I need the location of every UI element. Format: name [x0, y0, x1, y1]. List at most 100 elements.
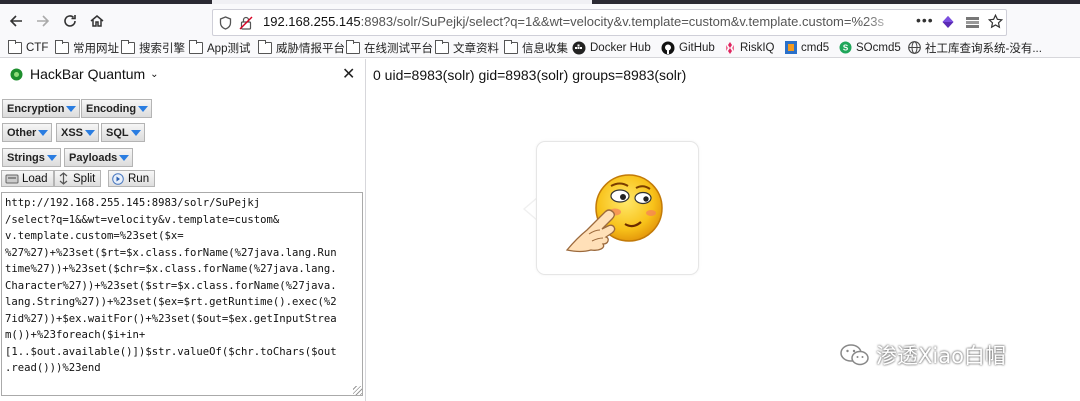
bookmark-label: cmd5 [801, 41, 830, 54]
payloads-menu[interactable]: Payloads [64, 148, 134, 167]
folder-icon [8, 39, 22, 54]
menu-label: XSS [61, 126, 84, 139]
resize-grip-icon[interactable] [353, 386, 362, 395]
bookmarks-toolbar: CTF 常用网址 搜索引擎 App测试 威胁情报平台 在线测试平台 文章资料 信… [0, 36, 1080, 58]
bookmark-label: 在线测试平台 [364, 42, 433, 55]
bookmark-label: 社工库查询系统-没有... [925, 42, 1042, 55]
reload-icon [64, 15, 76, 27]
reload-button[interactable] [59, 10, 81, 32]
shield-icon[interactable] [219, 16, 232, 35]
bookmark-label: 信息收集 [522, 42, 568, 55]
bookmark-riskiq[interactable]: RiskIQ [724, 39, 775, 56]
dropdown-arrow-icon [46, 154, 57, 161]
globe-icon [908, 41, 921, 54]
bookmark-label: 搜索引擎 [139, 42, 185, 55]
bookmark-threat-intel[interactable]: 威胁情报平台 [258, 39, 345, 56]
bookmark-label: CTF [26, 41, 49, 54]
svg-text:S: S [843, 44, 849, 53]
sql-menu[interactable]: SQL [101, 123, 145, 142]
hackbar-sidebar: HackBar Quantum ⌄ ✕ Encryption Encoding … [0, 59, 366, 401]
screenshot-icon[interactable] [965, 15, 980, 34]
github-icon [661, 41, 675, 54]
bookmark-star-icon[interactable] [987, 13, 1004, 34]
dropdown-arrow-icon [138, 105, 149, 112]
load-icon [5, 174, 19, 184]
bookmark-label: 常用网址 [73, 42, 119, 55]
navigation-toolbar: 192.168.255.145:8983/solr/SuPejkj/select… [0, 4, 1080, 36]
home-button[interactable] [86, 10, 108, 32]
folder-icon [435, 39, 449, 54]
riskiq-icon [726, 41, 734, 54]
watermark-text: 渗透Xiao白帽 [876, 344, 1006, 368]
bookmark-ctf[interactable]: CTF [8, 39, 48, 56]
menu-label: Other [7, 126, 37, 139]
forward-arrow-icon [37, 15, 50, 27]
xss-menu[interactable]: XSS [56, 123, 100, 142]
bookmark-docker-hub[interactable]: Docker Hub [572, 39, 651, 56]
bookmark-search-engines[interactable]: 搜索引擎 [121, 39, 185, 56]
encryption-menu[interactable]: Encryption [2, 99, 81, 118]
hackbar-logo-icon [10, 68, 23, 80]
bookmark-label: RiskIQ [740, 41, 775, 54]
socmd5-icon: S [839, 41, 852, 54]
page-actions-icon[interactable]: ••• [916, 12, 934, 28]
bookmark-label: Docker Hub [590, 41, 651, 54]
address-bar[interactable]: 192.168.255.145:8983/solr/SuPejkj/select… [212, 9, 1007, 36]
command-output: 0 uid=8983(solr) gid=8983(solr) groups=8… [373, 67, 687, 83]
other-menu[interactable]: Other [2, 123, 53, 142]
run-icon [112, 172, 124, 185]
menu-label: SQL [106, 126, 129, 139]
menu-label: Encoding [86, 102, 137, 115]
bookmark-articles[interactable]: 文章资料 [435, 39, 499, 56]
strings-menu[interactable]: Strings [2, 148, 61, 167]
dropdown-arrow-icon [119, 154, 130, 161]
bookmark-app-testing[interactable]: App测试 [189, 39, 250, 56]
bookmark-cmd5[interactable]: cmd5 [785, 39, 829, 56]
bookmark-label: SOcmd5 [856, 41, 901, 54]
docker-icon [572, 41, 586, 54]
home-icon [90, 15, 104, 27]
bookmark-social-engineering[interactable]: 社工库查询系统-没有... [908, 39, 1042, 56]
bookmark-online-testing[interactable]: 在线测试平台 [346, 39, 433, 56]
watermark: 渗透Xiao白帽 [840, 340, 1006, 370]
forward-button[interactable] [32, 10, 54, 32]
load-button[interactable]: Load [1, 170, 54, 187]
run-label: Run [128, 172, 150, 185]
run-button[interactable]: Run [108, 170, 156, 187]
insecure-lock-icon[interactable] [239, 16, 253, 35]
smirk-emoji-sticker [565, 174, 663, 253]
close-icon[interactable]: ✕ [342, 64, 355, 84]
menu-label: Payloads [69, 151, 118, 164]
cmd5-icon [785, 41, 797, 54]
folder-icon [189, 39, 203, 54]
split-button[interactable]: Split [54, 170, 102, 187]
wechat-icon [840, 344, 869, 366]
back-arrow-icon [9, 15, 22, 27]
bookmark-info-gathering[interactable]: 信息收集 [504, 39, 568, 56]
encoding-menu[interactable]: Encoding [81, 99, 153, 118]
folder-icon [258, 39, 272, 54]
hackbar-header[interactable]: HackBar Quantum ⌄ [10, 66, 159, 82]
url-host: 192.168.255.145 [263, 14, 361, 29]
bookmark-github[interactable]: GitHub [661, 39, 715, 56]
bookmark-socmd5[interactable]: S SOcmd5 [839, 39, 901, 56]
menu-label: Strings [7, 151, 45, 164]
menu-label: Encryption [7, 102, 65, 115]
folder-icon [504, 39, 518, 54]
url-path: :8983/solr/SuPejkj/select?q=1&&wt=veloci… [360, 14, 884, 29]
folder-icon [121, 39, 135, 54]
dropdown-arrow-icon [130, 129, 141, 136]
back-button[interactable] [5, 10, 27, 32]
url-text[interactable]: 192.168.255.145:8983/solr/SuPejkj/select… [263, 14, 903, 29]
chevron-down-icon: ⌄ [150, 68, 159, 80]
bookmark-common-sites[interactable]: 常用网址 [55, 39, 119, 56]
bookmark-label: GitHub [679, 41, 715, 54]
split-icon [59, 172, 68, 185]
folder-icon [55, 39, 69, 54]
payload-textarea[interactable]: http://192.168.255.145:8983/solr/SuPejkj… [1, 192, 363, 396]
pocket-icon[interactable] [941, 15, 955, 34]
load-label: Load [22, 172, 48, 185]
bookmark-label: 文章资料 [453, 42, 499, 55]
hackbar-title: HackBar Quantum [30, 66, 146, 82]
folder-icon [346, 39, 360, 54]
